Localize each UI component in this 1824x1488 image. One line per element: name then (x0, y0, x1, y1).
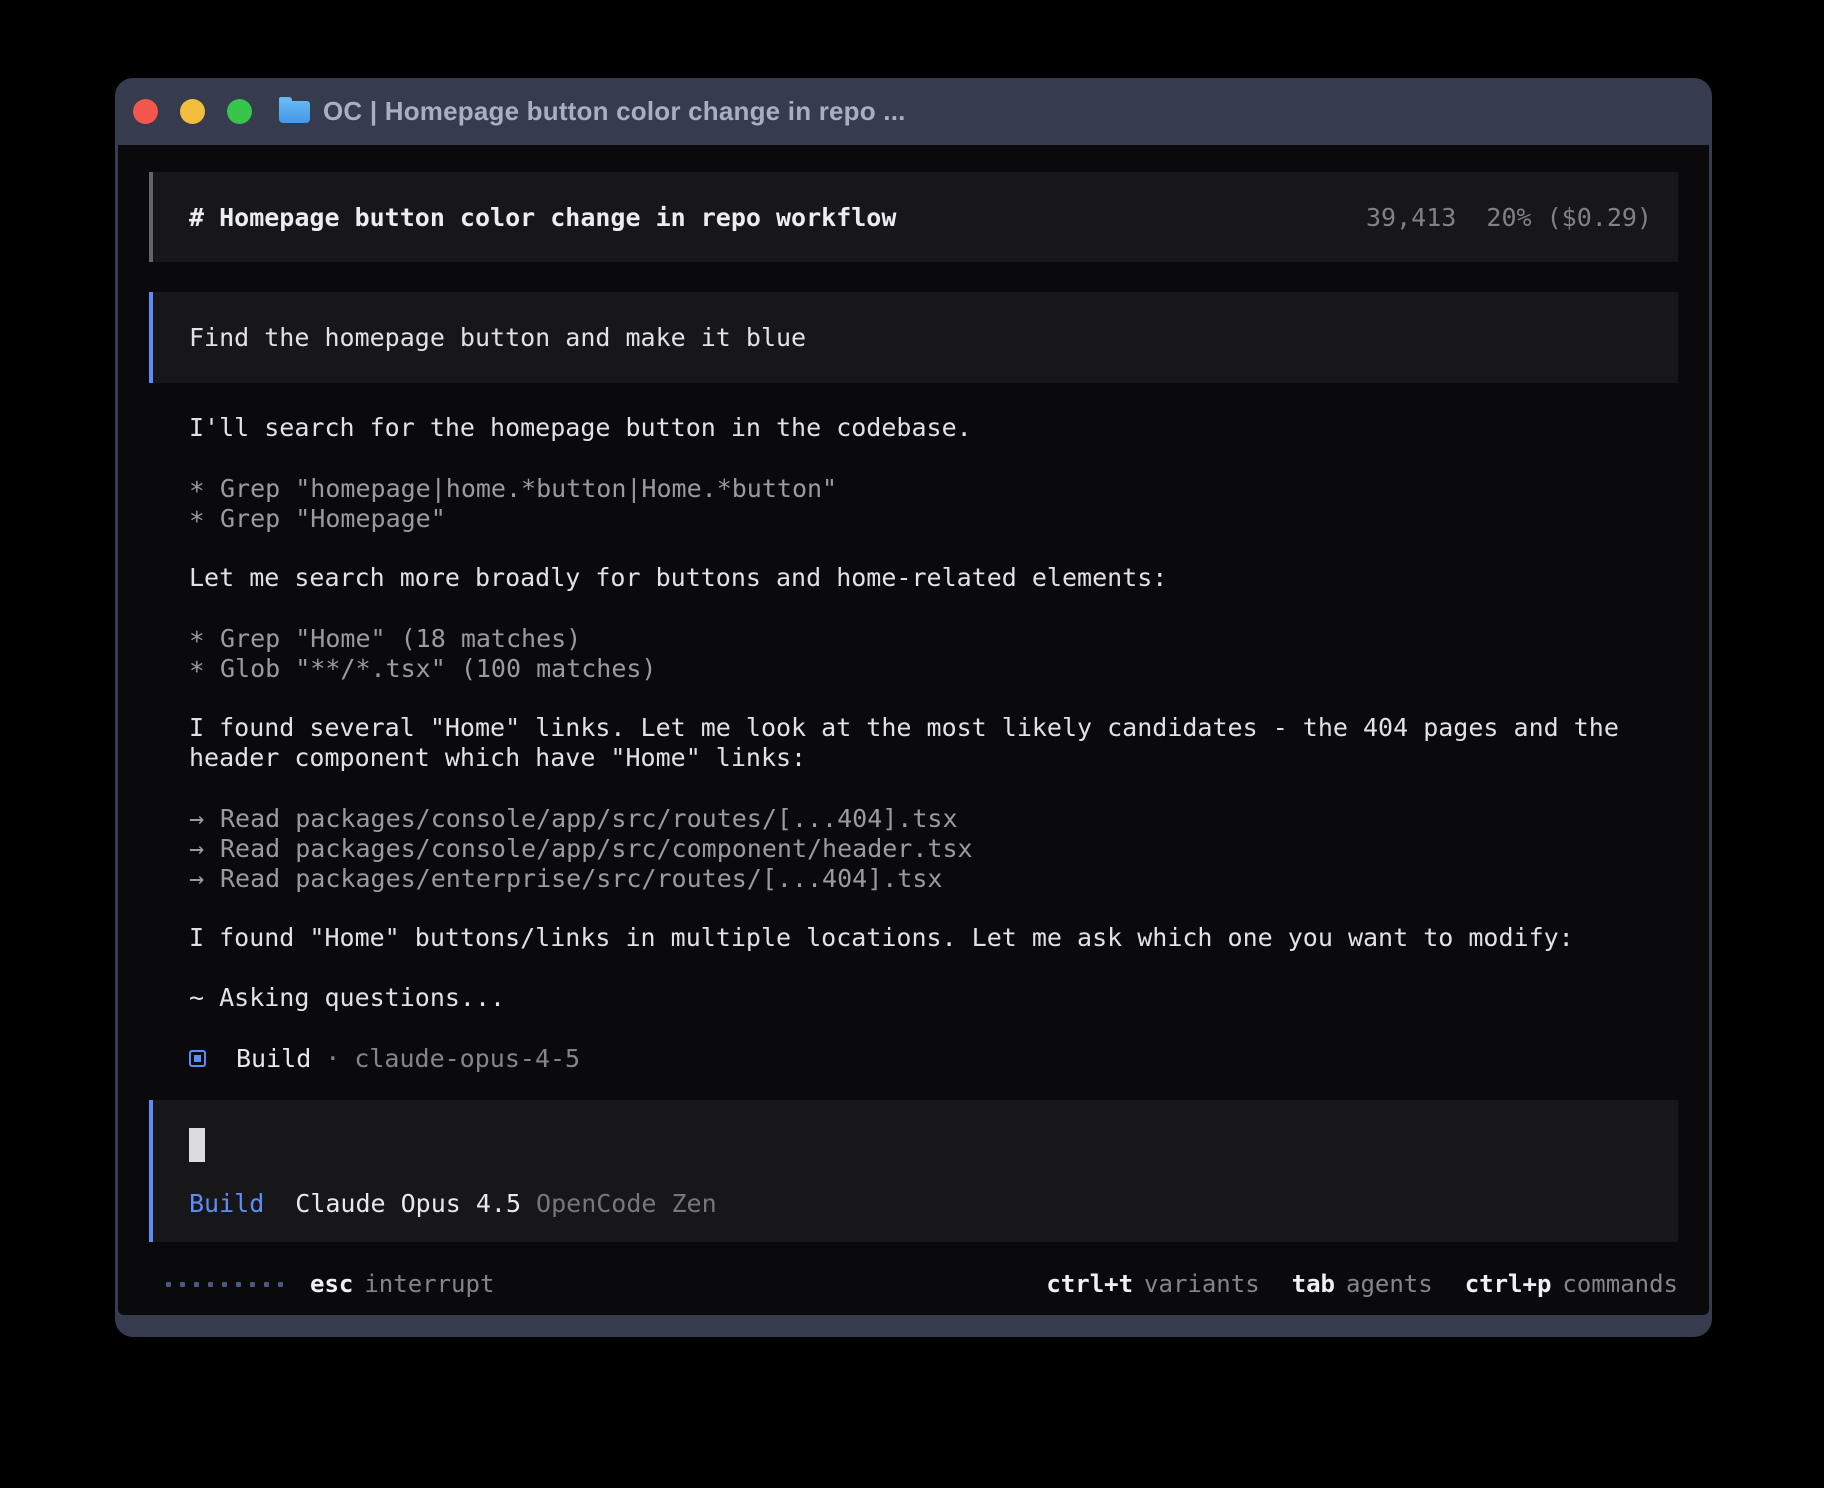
tool-call: *Grep "Homepage" (189, 503, 1678, 533)
text-cursor (189, 1128, 205, 1162)
shortcut-label: agents (1346, 1270, 1433, 1298)
shortcut-variants: ctrl+t variants (1046, 1270, 1259, 1298)
folder-icon (279, 101, 310, 123)
spinner-dot (236, 1282, 241, 1287)
tool-call-group: *Grep "homepage|home.*button|Home.*butto… (189, 473, 1678, 533)
shortcut-key: ctrl+t (1046, 1270, 1133, 1298)
conversation: I'll search for the homepage button in t… (149, 413, 1678, 1073)
tool-label: Grep "Homepage" (220, 504, 446, 533)
status-bar: esc interrupt ctrl+tvariantstabagentsctr… (149, 1269, 1678, 1299)
dot-separator: · (325, 1044, 340, 1073)
asterisk-icon: * (189, 477, 220, 507)
shortcut-agents: tab agents (1292, 1270, 1433, 1298)
terminal-content: # Homepage button color change in repo w… (118, 145, 1709, 1315)
shortcut-label: variants (1144, 1270, 1260, 1298)
tool-call: *Grep "Home" (18 matches) (189, 623, 1678, 653)
tool-call-group: →Read packages/console/app/src/routes/[.… (189, 803, 1678, 893)
shortcut-commands: ctrl+p commands (1465, 1270, 1678, 1298)
shortcut-label: commands (1562, 1270, 1678, 1298)
close-button[interactable] (133, 99, 158, 124)
assistant-text: I found "Home" buttons/links in multiple… (189, 923, 1678, 953)
status-left: esc interrupt (166, 1270, 494, 1298)
shortcut-key: ctrl+p (1465, 1270, 1552, 1298)
assistant-text: I found several "Home" links. Let me loo… (189, 713, 1678, 773)
window-title: OC | Homepage button color change in rep… (323, 96, 906, 127)
arrow-icon: → (189, 834, 220, 863)
prompt-input[interactable]: Build Claude Opus 4.5 OpenCode Zen (149, 1100, 1678, 1242)
spinner-dot (278, 1282, 283, 1287)
tool-call: *Grep "homepage|home.*button|Home.*butto… (189, 473, 1678, 503)
tool-call: →Read packages/console/app/src/routes/[.… (189, 803, 1678, 833)
arrow-icon: → (189, 804, 220, 833)
minimize-button[interactable] (180, 99, 205, 124)
input-meta: Build Claude Opus 4.5 OpenCode Zen (189, 1189, 1642, 1218)
tool-call: →Read packages/console/app/src/component… (189, 833, 1678, 863)
stats-gap (1456, 203, 1486, 232)
spinner-dot (264, 1282, 269, 1287)
tool-call: *Glob "**/*.tsx" (100 matches) (189, 653, 1678, 683)
tool-label: Read packages/console/app/src/routes/[..… (220, 804, 958, 833)
user-message-text: Find the homepage button and make it blu… (189, 323, 806, 352)
agent-model: claude-opus-4-5 (354, 1044, 580, 1073)
tool-label: Grep "Home" (18 matches) (220, 624, 581, 653)
assistant-text: ~ Asking questions... (189, 983, 1678, 1013)
esc-key-hint: esc (310, 1270, 353, 1298)
tool-call: →Read packages/enterprise/src/routes/[..… (189, 863, 1678, 893)
tool-label: Read packages/enterprise/src/routes/[...… (220, 864, 942, 893)
model-label[interactable]: Claude Opus 4.5 (295, 1189, 521, 1218)
session-stats: 39,413 20% ($0.29) (1366, 203, 1652, 232)
app-window: OC | Homepage button color change in rep… (115, 78, 1712, 1337)
assistant-text: I'll search for the homepage button in t… (189, 413, 1678, 443)
traffic-lights (133, 99, 252, 124)
tool-label: Glob "**/*.tsx" (100 matches) (220, 654, 657, 683)
spinner-dot (166, 1282, 171, 1287)
spinner-dot (194, 1282, 199, 1287)
tool-label: Read packages/console/app/src/component/… (220, 834, 973, 863)
spinner-dot (222, 1282, 227, 1287)
shortcut-key: tab (1292, 1270, 1335, 1298)
window-titlebar[interactable]: OC | Homepage button color change in rep… (118, 78, 1709, 145)
arrow-icon: → (189, 864, 220, 893)
agent-name: Build (236, 1044, 311, 1073)
tool-call-group: *Grep "Home" (18 matches)*Glob "**/*.tsx… (189, 623, 1678, 683)
user-message: Find the homepage button and make it blu… (149, 292, 1678, 383)
status-shortcuts: ctrl+t variants tab agents ctrl+p commands (1046, 1270, 1678, 1298)
agent-task: Build · claude-opus-4-5 (189, 1043, 1678, 1073)
agent-build-icon (189, 1050, 206, 1067)
token-count: 39,413 (1366, 203, 1456, 232)
asterisk-icon: * (189, 657, 220, 687)
asterisk-icon: * (189, 507, 220, 537)
agent-mode-label[interactable]: Build (189, 1189, 264, 1218)
session-header: # Homepage button color change in repo w… (149, 172, 1678, 262)
interrupt-label: interrupt (364, 1270, 494, 1298)
spinner-dots (166, 1282, 283, 1287)
spinner-dot (208, 1282, 213, 1287)
provider-label: OpenCode Zen (536, 1189, 717, 1218)
spinner-dot (250, 1282, 255, 1287)
spinner-dot (180, 1282, 185, 1287)
session-title: # Homepage button color change in repo w… (189, 203, 896, 232)
context-usage: 20% ($0.29) (1486, 203, 1652, 232)
tool-label: Grep "homepage|home.*button|Home.*button… (220, 474, 837, 503)
fullscreen-button[interactable] (227, 99, 252, 124)
assistant-text: Let me search more broadly for buttons a… (189, 563, 1678, 593)
asterisk-icon: * (189, 627, 220, 657)
